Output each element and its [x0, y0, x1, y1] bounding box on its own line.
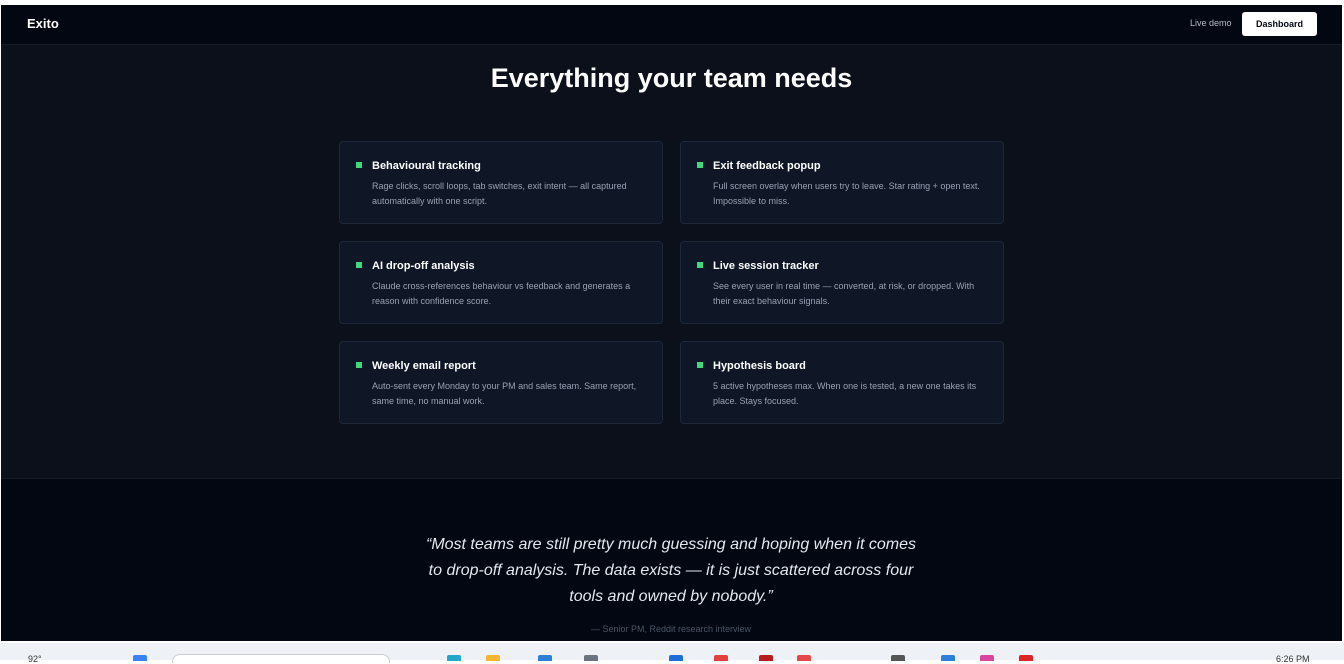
section-title: Everything your team needs: [490, 63, 853, 93]
page-viewport: Exito Live demo Dashboard Everything you…: [1, 5, 1342, 641]
app-icon[interactable]: [980, 655, 994, 661]
quote-attribution: — Senior PM, Reddit research interview: [590, 624, 752, 634]
live-demo-link[interactable]: Live demo: [1190, 18, 1232, 28]
weather-temperature[interactable]: 92°: [28, 654, 42, 664]
quote-section: “Most teams are still pretty much guessi…: [1, 479, 1342, 641]
taskbar-search[interactable]: [172, 654, 390, 663]
feature-title: Live session tracker: [713, 260, 819, 272]
browser-frame: Exito Live demo Dashboard Everything you…: [0, 0, 1344, 664]
feature-title: Behavioural tracking: [372, 160, 481, 172]
feature-card-weekly-email-report: Weekly email report Auto-sent every Mond…: [339, 341, 663, 424]
app-icon[interactable]: [714, 655, 728, 661]
folder-icon[interactable]: [486, 655, 500, 661]
clock-time[interactable]: 6:26 PM: [1276, 654, 1310, 664]
feature-description: 5 active hypotheses max. When one is tes…: [713, 381, 977, 406]
app-icon[interactable]: [759, 655, 773, 661]
testimonial-quote: “Most teams are still pretty much guessi…: [425, 536, 916, 605]
bullet-icon: [697, 362, 703, 368]
app-icon[interactable]: [669, 655, 683, 661]
dashboard-button[interactable]: Dashboard: [1242, 12, 1317, 36]
start-icon[interactable]: [133, 655, 147, 661]
bullet-icon: [356, 262, 362, 268]
feature-description: Full screen overlay when users try to le…: [713, 181, 980, 206]
feature-card-behavioural-tracking: Behavioural tracking Rage clicks, scroll…: [339, 141, 663, 224]
feature-description: Auto-sent every Monday to your PM and sa…: [372, 381, 637, 406]
bullet-icon: [356, 162, 362, 168]
features-section: Everything your team needs Behavioural t…: [1, 45, 1342, 479]
logo[interactable]: Exito: [27, 16, 59, 31]
app-icon[interactable]: [538, 655, 552, 661]
app-icon[interactable]: [941, 655, 955, 661]
bullet-icon: [697, 262, 703, 268]
feature-description: Rage clicks, scroll loops, tab switches,…: [372, 181, 627, 206]
top-nav: Exito Live demo Dashboard: [1, 5, 1342, 45]
feature-title: Exit feedback popup: [713, 160, 821, 172]
app-icon[interactable]: [1019, 655, 1033, 661]
feature-card-exit-feedback-popup: Exit feedback popup Full screen overlay …: [680, 141, 1004, 224]
feature-title: AI drop-off analysis: [372, 260, 475, 272]
feature-title: Weekly email report: [372, 360, 476, 372]
app-icon[interactable]: [891, 655, 905, 661]
app-icon[interactable]: [797, 655, 811, 661]
feature-card-hypothesis-board: Hypothesis board 5 active hypotheses max…: [680, 341, 1004, 424]
feature-description: Claude cross-references behaviour vs fee…: [372, 281, 631, 306]
app-icon[interactable]: [584, 655, 598, 661]
os-taskbar: 92° 6:26 PM: [0, 643, 1344, 664]
feature-card-live-session-tracker: Live session tracker See every user in r…: [680, 241, 1004, 324]
bullet-icon: [356, 362, 362, 368]
feature-card-ai-drop-off-analysis: AI drop-off analysis Claude cross-refere…: [339, 241, 663, 324]
feature-description: See every user in real time — converted,…: [713, 281, 975, 306]
feature-title: Hypothesis board: [713, 360, 806, 372]
bullet-icon: [697, 162, 703, 168]
app-icon[interactable]: [447, 655, 461, 661]
